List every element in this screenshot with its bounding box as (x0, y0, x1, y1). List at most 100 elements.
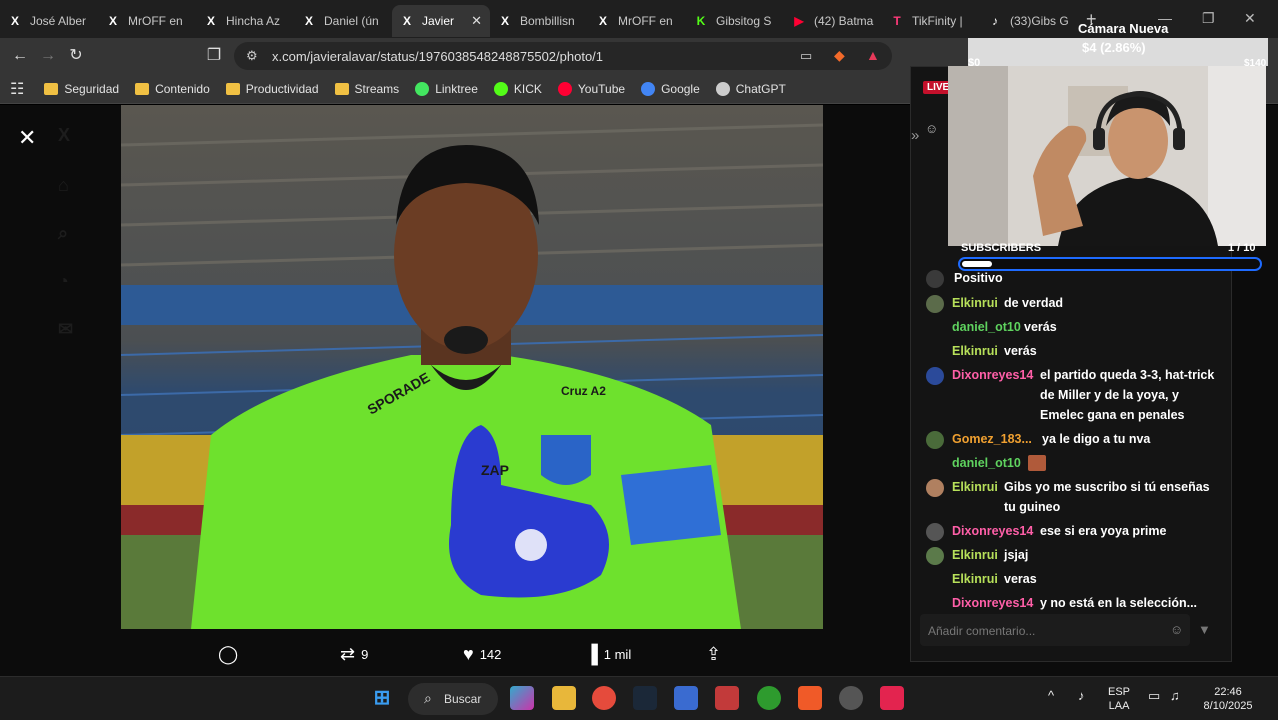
bookmark-item[interactable]: KICK (493, 81, 542, 96)
bookmark-item[interactable]: Contenido (135, 82, 210, 96)
steam-icon[interactable] (633, 686, 657, 710)
browser-tab[interactable]: X Daniel (ún (294, 5, 392, 37)
brave-rewards-icon[interactable]: ▲ (866, 47, 880, 63)
x-logo-icon: X (500, 14, 509, 28)
folder-icon (44, 82, 59, 95)
chat-username[interactable]: Gomez_183... (952, 429, 1032, 449)
apps-icon[interactable]: ☷ (10, 79, 24, 99)
chat-username[interactable]: Dixonreyes14 (952, 521, 1033, 541)
bookmark-item[interactable]: Streams (334, 82, 399, 96)
svg-text:ZAP: ZAP (481, 462, 509, 478)
browser-tab[interactable]: ▶ (42) Batma (784, 5, 882, 37)
chat-text: jsjaj (1004, 548, 1029, 562)
calculator-icon[interactable] (674, 686, 698, 710)
brave-shield-icon[interactable]: ◆ (834, 47, 845, 64)
reply-icon: ◯ (218, 644, 239, 664)
reload-icon[interactable]: ↻ (66, 46, 86, 66)
bookmark-item[interactable]: Google (641, 81, 700, 96)
chat-comment-input[interactable]: Añadir comentario... ☺ (920, 614, 1190, 646)
subscribers-count: 1 / 10 (1228, 242, 1256, 254)
file-explorer-icon[interactable] (552, 686, 576, 710)
browser-tab[interactable]: X MrOFF en (588, 5, 686, 37)
copilot-icon[interactable] (510, 686, 534, 710)
app-icon[interactable] (715, 686, 739, 710)
chat-avatar[interactable] (926, 523, 944, 541)
folder-icon (225, 82, 240, 95)
browser-tab[interactable]: ♪ (33)Gibs G (980, 5, 1078, 37)
tiktok-live-studio-icon[interactable] (880, 686, 904, 710)
kick-icon (493, 81, 508, 96)
chat-username[interactable]: Elkinrui (952, 293, 998, 313)
chat-avatar[interactable] (926, 270, 944, 288)
collapse-chevron-icon[interactable]: » (911, 127, 919, 144)
address-bar[interactable]: ⚙ x.com/javieralavar/status/197603854824… (234, 42, 892, 70)
browser-tab[interactable]: T TikFinity | (882, 5, 980, 37)
chat-avatar[interactable] (926, 479, 944, 497)
chat-avatar[interactable] (926, 547, 944, 565)
bookmark-item[interactable]: YouTube (557, 81, 625, 96)
microphone-icon[interactable]: ♪ (1078, 689, 1085, 703)
share-icon: ⇪ (706, 644, 722, 664)
chat-username[interactable]: daniel_ot10 (952, 317, 1021, 337)
x-logo-icon: X (10, 14, 19, 28)
browser-tab[interactable]: X José Alber (0, 5, 98, 37)
chat-username[interactable]: Elkinrui (952, 569, 998, 589)
chat-message: Positivo (922, 268, 1232, 288)
bookmark-item[interactable]: Seguridad (44, 82, 119, 96)
views-button[interactable]: ▐ 1 mil (585, 644, 631, 665)
bookmark-item[interactable]: Productividad (225, 82, 319, 96)
back-icon[interactable]: ← (10, 46, 30, 66)
repost-button[interactable]: ⇄ 9 (340, 644, 368, 665)
like-button[interactable]: ♥ 142 (463, 644, 501, 665)
emoji-icon[interactable]: ☺ (1170, 622, 1183, 637)
cast-icon[interactable]: ▭ (800, 48, 812, 64)
chat-message: Gomez_183... ya le digo a tu nva (922, 429, 1232, 449)
chat-username[interactable]: Dixonreyes14 (952, 365, 1033, 385)
chat-username[interactable]: Elkinrui (952, 477, 998, 497)
tab-close-icon[interactable]: ✕ (471, 13, 482, 29)
taskbar-search[interactable]: ⌕ Buscar (408, 683, 498, 715)
brave-icon[interactable] (798, 686, 822, 710)
browser-tab[interactable]: X MrOFF en (98, 5, 196, 37)
post-photo: SPORADE Cruz A2 ZAP (121, 105, 823, 629)
language-indicator[interactable]: ESP LAA (1108, 685, 1130, 713)
bookmark-item[interactable]: ChatGPT (715, 81, 786, 96)
browser-tab-title: Gibsitog S (716, 14, 772, 28)
browser-tab[interactable]: K Gibsitog S (686, 5, 784, 37)
obs-icon[interactable] (839, 686, 863, 710)
viewers-icon: ☺ (925, 121, 939, 136)
network-icon[interactable]: ▭ (1148, 689, 1160, 703)
forward-icon[interactable]: → (38, 46, 58, 66)
volume-icon[interactable]: ♫ (1170, 689, 1180, 703)
bookmark-item[interactable]: Linktree (415, 81, 478, 96)
tray-overflow-icon[interactable]: ^ (1048, 689, 1054, 703)
share-button[interactable]: ⇪ (706, 644, 727, 665)
chat-username[interactable]: Elkinrui (952, 341, 998, 361)
close-photo-icon[interactable]: ✕ (18, 125, 36, 151)
window-close-icon[interactable]: ✕ (1244, 10, 1256, 27)
heart-icon: ♥ (463, 644, 474, 664)
goal-percent: $4 (2.86%) (1082, 40, 1146, 55)
site-info-icon[interactable]: ⚙ (246, 48, 258, 64)
xbox-icon[interactable] (757, 686, 781, 710)
chat-username[interactable]: Dixonreyes14 (952, 593, 1033, 613)
clock[interactable]: 22:46 8/10/2025 (1198, 685, 1258, 713)
goalkeeper-photo: SPORADE Cruz A2 ZAP (121, 105, 823, 629)
chat-avatar[interactable] (926, 295, 944, 313)
repost-icon: ⇄ (340, 644, 356, 664)
send-icon[interactable]: ▼ (1198, 622, 1211, 637)
windows-start-icon[interactable]: ⊞ (370, 686, 394, 710)
maximize-icon[interactable]: ❐ (1202, 10, 1215, 27)
chat-message: Dixonreyes14 y no está en la selección... (922, 593, 1232, 613)
reply-button[interactable]: ◯ (218, 644, 244, 665)
chat-avatar[interactable] (926, 431, 944, 449)
browser-tab[interactable]: X Hincha Az (196, 5, 294, 37)
browser-tab[interactable]: X Bombillisn (490, 5, 588, 37)
browser-tab[interactable]: X Javier ✕ (392, 5, 490, 37)
chrome-icon[interactable] (592, 686, 616, 710)
x-logo-icon: X (304, 14, 313, 28)
chat-username[interactable]: Elkinrui (952, 545, 998, 565)
chat-username[interactable]: daniel_ot10 (952, 453, 1021, 473)
bookmark-icon[interactable]: ❐ (204, 46, 224, 66)
chat-avatar[interactable] (926, 367, 944, 385)
